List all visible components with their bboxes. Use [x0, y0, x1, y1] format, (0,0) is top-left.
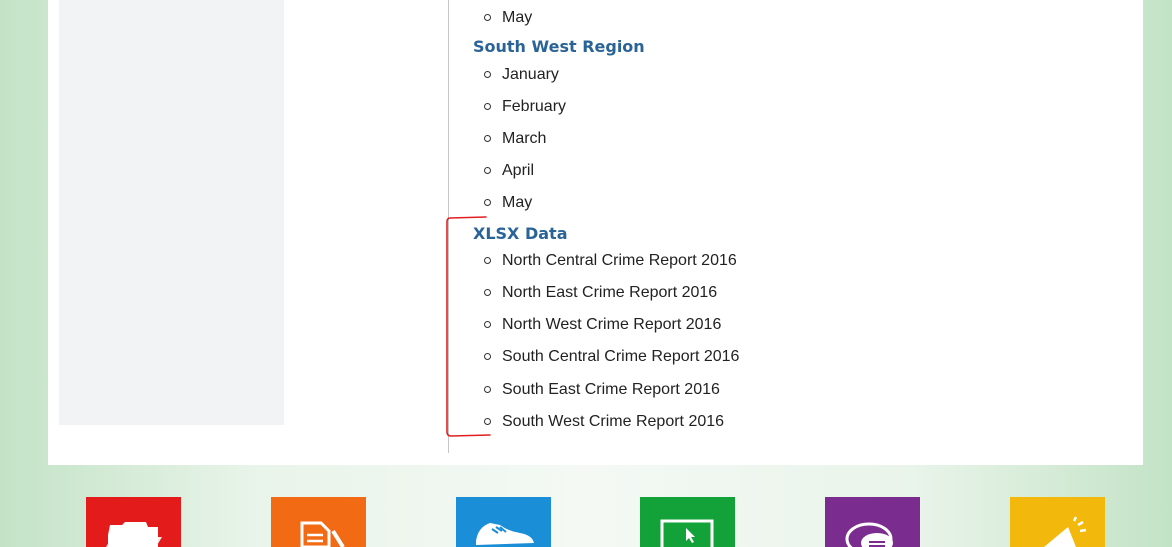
- list-item-north-west-report[interactable]: North West Crime Report 2016: [484, 315, 722, 335]
- list-item-label: April: [502, 162, 535, 179]
- folder-icon: [86, 497, 181, 547]
- bullet-icon: [484, 103, 491, 110]
- list-item-label: North Central Crime Report 2016: [502, 252, 737, 269]
- list-item-label: February: [502, 98, 567, 115]
- tile-sneaker[interactable]: [456, 497, 551, 547]
- list-item-label: South West Crime Report 2016: [502, 413, 725, 430]
- monitor-cursor-icon: [640, 497, 735, 547]
- bullet-icon: [484, 167, 491, 174]
- chat-bubble-icon: [825, 497, 920, 547]
- red-bracket-annotation: [446, 216, 491, 437]
- list-item-label: May: [502, 194, 533, 211]
- document-edit-icon: [271, 497, 366, 547]
- list-item-label: North East Crime Report 2016: [502, 284, 718, 301]
- megaphone-icon: [1010, 497, 1105, 547]
- list-item-label: South Central Crime Report 2016: [502, 348, 740, 365]
- list-item-label: May: [502, 9, 533, 26]
- list-item-south-central-report[interactable]: South Central Crime Report 2016: [484, 347, 740, 367]
- list-item-south-east-report[interactable]: South East Crime Report 2016: [484, 380, 720, 400]
- list-item-label: March: [502, 130, 547, 147]
- tile-document[interactable]: [271, 497, 366, 547]
- list-item-prev-may[interactable]: May: [484, 8, 533, 28]
- tile-monitor[interactable]: [640, 497, 735, 547]
- list-item-north-central-report[interactable]: North Central Crime Report 2016: [484, 251, 737, 271]
- tile-folder[interactable]: [86, 497, 181, 547]
- list-item-south-west-report[interactable]: South West Crime Report 2016: [484, 412, 725, 432]
- section-heading-south-west: South West Region: [473, 37, 645, 56]
- sneaker-icon: [456, 497, 551, 547]
- list-item-may[interactable]: May: [484, 193, 533, 213]
- list-item-north-east-report[interactable]: North East Crime Report 2016: [484, 283, 718, 303]
- bullet-icon: [484, 14, 491, 21]
- list-item-january[interactable]: January: [484, 65, 559, 85]
- list-item-label: North West Crime Report 2016: [502, 316, 722, 333]
- bullet-icon: [484, 71, 491, 78]
- list-item-march[interactable]: March: [484, 129, 547, 149]
- quick-link-tiles: [0, 497, 1172, 547]
- list-item-label: South East Crime Report 2016: [502, 381, 720, 398]
- tile-chat[interactable]: [825, 497, 920, 547]
- bullet-icon: [484, 135, 491, 142]
- bullet-icon: [484, 199, 491, 206]
- list-item-label: January: [502, 66, 559, 83]
- list-item-february[interactable]: February: [484, 97, 567, 117]
- sidebar: [59, 0, 284, 425]
- tile-megaphone[interactable]: [1010, 497, 1105, 547]
- main-content-panel: May South West Region January February M…: [48, 0, 1143, 465]
- list-item-april[interactable]: April: [484, 161, 535, 181]
